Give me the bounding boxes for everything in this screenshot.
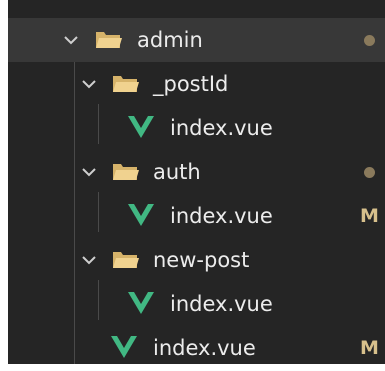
tree-item-label: auth bbox=[153, 160, 201, 184]
folder-open-icon bbox=[112, 73, 140, 95]
tree-item-label: index.vue bbox=[170, 204, 273, 228]
vue-icon bbox=[127, 115, 155, 139]
folder-open-icon bbox=[95, 29, 123, 51]
chevron-down-icon[interactable] bbox=[80, 75, 98, 93]
chevron-down-icon[interactable] bbox=[80, 163, 98, 181]
tree-item-admin[interactable]: admin bbox=[8, 18, 385, 62]
tree-item-label: new-post bbox=[153, 248, 250, 272]
modified-badge: M bbox=[360, 337, 379, 359]
tree-item-label: _postId bbox=[153, 72, 229, 96]
tree-item-admin-index-vue[interactable]: index.vue M bbox=[8, 326, 385, 364]
tree-item-auth-index-vue[interactable]: index.vue M bbox=[8, 194, 385, 238]
folder-open-icon bbox=[112, 161, 140, 183]
modified-dot-icon bbox=[364, 167, 375, 178]
page-margin bbox=[0, 364, 385, 371]
modified-badge: M bbox=[360, 205, 379, 227]
tree-item-new-post[interactable]: new-post bbox=[8, 238, 385, 282]
tree-item-new-post-index-vue[interactable]: index.vue bbox=[8, 282, 385, 326]
vue-icon bbox=[127, 291, 155, 315]
vue-icon bbox=[110, 335, 138, 359]
modified-dot-icon bbox=[364, 35, 375, 46]
tree-item-label: index.vue bbox=[170, 116, 273, 140]
chevron-down-icon[interactable] bbox=[62, 31, 80, 49]
file-explorer-tree: admin _postId index.vue auth index.vue M… bbox=[8, 0, 385, 364]
tree-item-auth[interactable]: auth bbox=[8, 150, 385, 194]
tree-item-label: index.vue bbox=[153, 336, 256, 360]
tree-item-label: index.vue bbox=[170, 292, 273, 316]
tree-item-postid-index-vue[interactable]: index.vue bbox=[8, 106, 385, 150]
tree-item-postid[interactable]: _postId bbox=[8, 62, 385, 106]
vue-icon bbox=[127, 203, 155, 227]
chevron-down-icon[interactable] bbox=[80, 251, 98, 269]
folder-open-icon bbox=[112, 249, 140, 271]
tree-item-label: admin bbox=[137, 28, 203, 52]
